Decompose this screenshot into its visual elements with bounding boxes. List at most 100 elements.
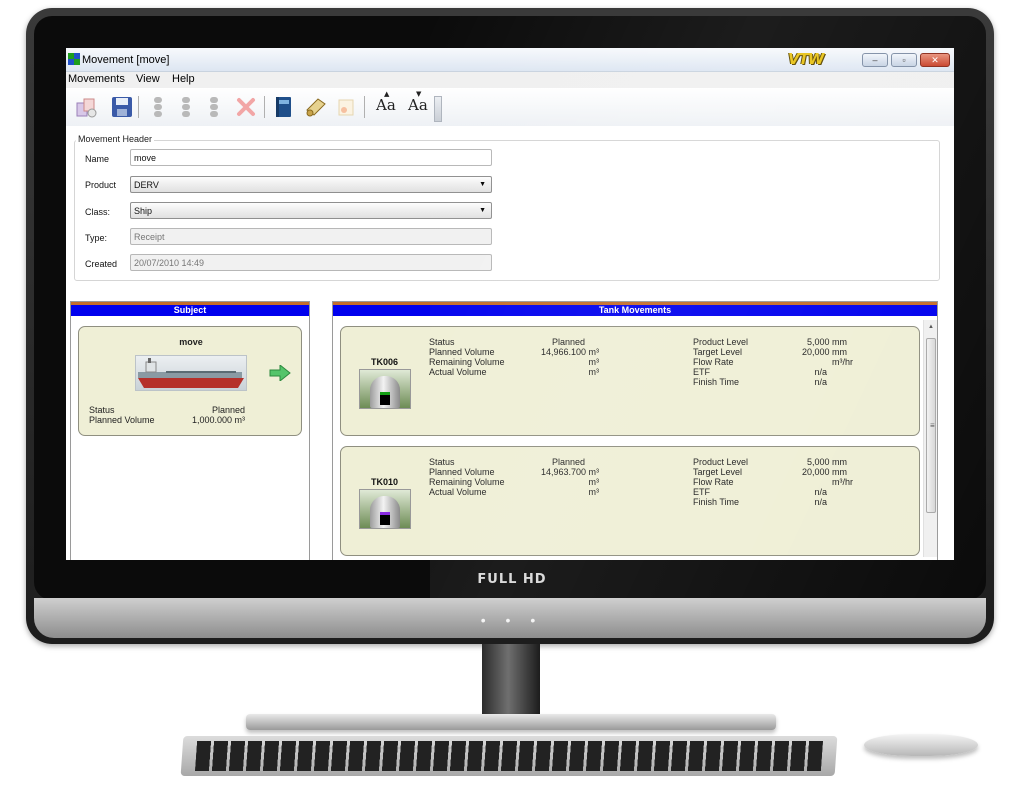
tank-field-value: m³/hr	[832, 357, 853, 367]
traffic-light-icon[interactable]	[146, 95, 170, 119]
tank-movements-panel: Tank Movements TK006 Status Planned Plan…	[332, 301, 938, 560]
traffic-light-icon[interactable]	[202, 95, 226, 119]
tank-field-value: 5,000 mm	[806, 457, 847, 467]
tank-movements-panel-title: Tank Movements	[333, 302, 937, 316]
new-movement-icon[interactable]	[74, 95, 98, 119]
subject-name: move	[179, 337, 203, 347]
tank-field-label: Finish Time	[693, 377, 740, 387]
monitor-scene: FULL HD • • • Movement [move] VTW – ▫ ✕ …	[0, 0, 1024, 786]
tank-field-value: Planned	[551, 457, 585, 467]
tank-field-value: n/a	[814, 487, 827, 497]
traffic-light-icon[interactable]	[174, 95, 198, 119]
tank-field-value: n/a	[814, 367, 827, 377]
name-field[interactable]: move	[130, 149, 492, 166]
tank-field-value: 20,000 mm	[801, 347, 847, 357]
subject-status-value: Planned	[211, 405, 245, 415]
toolbar: Aa ▲ Aa ▼	[66, 88, 954, 126]
created-label: Created	[85, 259, 118, 269]
subject-volume-value: 1,000.000 m³	[191, 415, 245, 425]
grip-icon: ≡	[930, 421, 935, 430]
tank-card[interactable]: TK010 Status Planned Planned Volume 14,9…	[340, 446, 920, 556]
tank-name: TK006	[371, 357, 399, 367]
app-icon	[68, 53, 80, 65]
tank-field-value: n/a	[814, 497, 827, 507]
decrease-arrow-icon: ▼	[416, 90, 422, 98]
tank-field-value: m³	[588, 357, 600, 367]
tank-list-scrollbar[interactable]: ▲ ≡	[923, 320, 937, 557]
save-icon[interactable]	[110, 95, 134, 119]
movement-header-title: Movement Header	[76, 134, 155, 144]
arrow-right-icon[interactable]	[269, 363, 291, 383]
menu-movements[interactable]: Movements	[68, 73, 125, 85]
tank-field-label: ETF	[693, 487, 710, 497]
type-label: Type:	[85, 233, 108, 243]
class-select[interactable]: Ship ▼	[130, 202, 492, 219]
scroll-up-icon[interactable]: ▲	[928, 324, 934, 330]
tank-field-value: m³/hr	[832, 477, 853, 487]
tank-field-label: Actual Volume	[429, 487, 487, 497]
menu-help[interactable]: Help	[172, 73, 195, 85]
tank-field-label: Remaining Volume	[429, 477, 505, 487]
toolbar-separator	[264, 96, 265, 118]
subject-status-label: Status	[89, 405, 115, 415]
toolbar-separator	[364, 96, 365, 118]
scrollbar-thumb[interactable]: ≡	[926, 338, 936, 513]
created-field: 20/07/2010 14:49	[130, 254, 492, 271]
close-button[interactable]: ✕	[920, 53, 950, 67]
keyboard	[180, 736, 838, 776]
tank-icon	[359, 489, 411, 529]
chevron-down-icon: ▼	[479, 207, 486, 214]
title-bar: Movement [move] VTW – ▫ ✕	[66, 48, 954, 72]
class-value: Ship	[134, 206, 153, 216]
toolbar-separator	[138, 96, 139, 118]
tank-field-value: Planned	[551, 337, 585, 347]
increase-arrow-icon: ▲	[384, 90, 390, 98]
font-decrease-button[interactable]: Aa ▼	[408, 90, 428, 114]
tank-field-label: Target Level	[693, 467, 743, 477]
tank-field-value: 14,963.700 m³	[540, 467, 599, 477]
tank-field-label: ETF	[693, 367, 710, 377]
tank-icon	[359, 369, 411, 409]
tank-field-label: Finish Time	[693, 497, 740, 507]
font-decrease-label: Aa	[408, 96, 428, 114]
class-label: Class:	[85, 207, 111, 217]
scroll-icon[interactable]	[304, 95, 328, 119]
maximize-button[interactable]: ▫	[891, 53, 917, 67]
product-select[interactable]: DERV ▼	[130, 176, 492, 193]
product-label: Product	[85, 180, 117, 190]
tank-field-value: m³	[588, 477, 600, 487]
tank-field-label: Status	[429, 457, 455, 467]
subject-card[interactable]: move Status Planned Planned Volume 1,000…	[78, 326, 302, 436]
mouse	[864, 734, 978, 756]
product-value: DERV	[134, 180, 159, 190]
chevron-down-icon: ▼	[479, 181, 486, 188]
monitor-brand-label: FULL HD	[477, 572, 547, 587]
app-window: Movement [move] VTW – ▫ ✕ Movements View…	[66, 48, 954, 560]
font-increase-label: Aa	[376, 96, 396, 114]
tank-field-value: 5,000 mm	[806, 337, 847, 347]
minimize-button[interactable]: –	[862, 53, 888, 67]
toolbar-overflow-grip[interactable]	[434, 96, 442, 122]
tank-card[interactable]: TK006 Status Planned Planned Volume 14,9…	[340, 326, 920, 436]
font-increase-button[interactable]: Aa ▲	[376, 90, 396, 114]
tank-field-label: Product Level	[693, 337, 749, 347]
tank-field-value: 20,000 mm	[801, 467, 847, 477]
name-label: Name	[85, 154, 110, 164]
subject-panel: Subject move Status Planned Planned Volu…	[70, 301, 310, 560]
monitor-stand	[482, 644, 540, 718]
monitor-dots: • • •	[480, 612, 544, 628]
ship-image	[135, 355, 247, 391]
menu-view[interactable]: View	[136, 73, 160, 85]
window-title: Movement [move]	[82, 54, 170, 66]
tank-field-value: n/a	[814, 377, 827, 387]
tank-field-label: Status	[429, 337, 455, 347]
tank-field-label: Flow Rate	[693, 357, 734, 367]
tank-field-label: Target Level	[693, 347, 743, 357]
subject-panel-title: Subject	[71, 302, 309, 316]
delete-icon[interactable]	[234, 95, 258, 119]
book-icon[interactable]	[272, 95, 296, 119]
monitor-stand-base	[246, 714, 776, 730]
tank-field-value: m³	[588, 367, 600, 377]
certificate-icon[interactable]	[334, 95, 358, 119]
tank-field-label: Actual Volume	[429, 367, 487, 377]
